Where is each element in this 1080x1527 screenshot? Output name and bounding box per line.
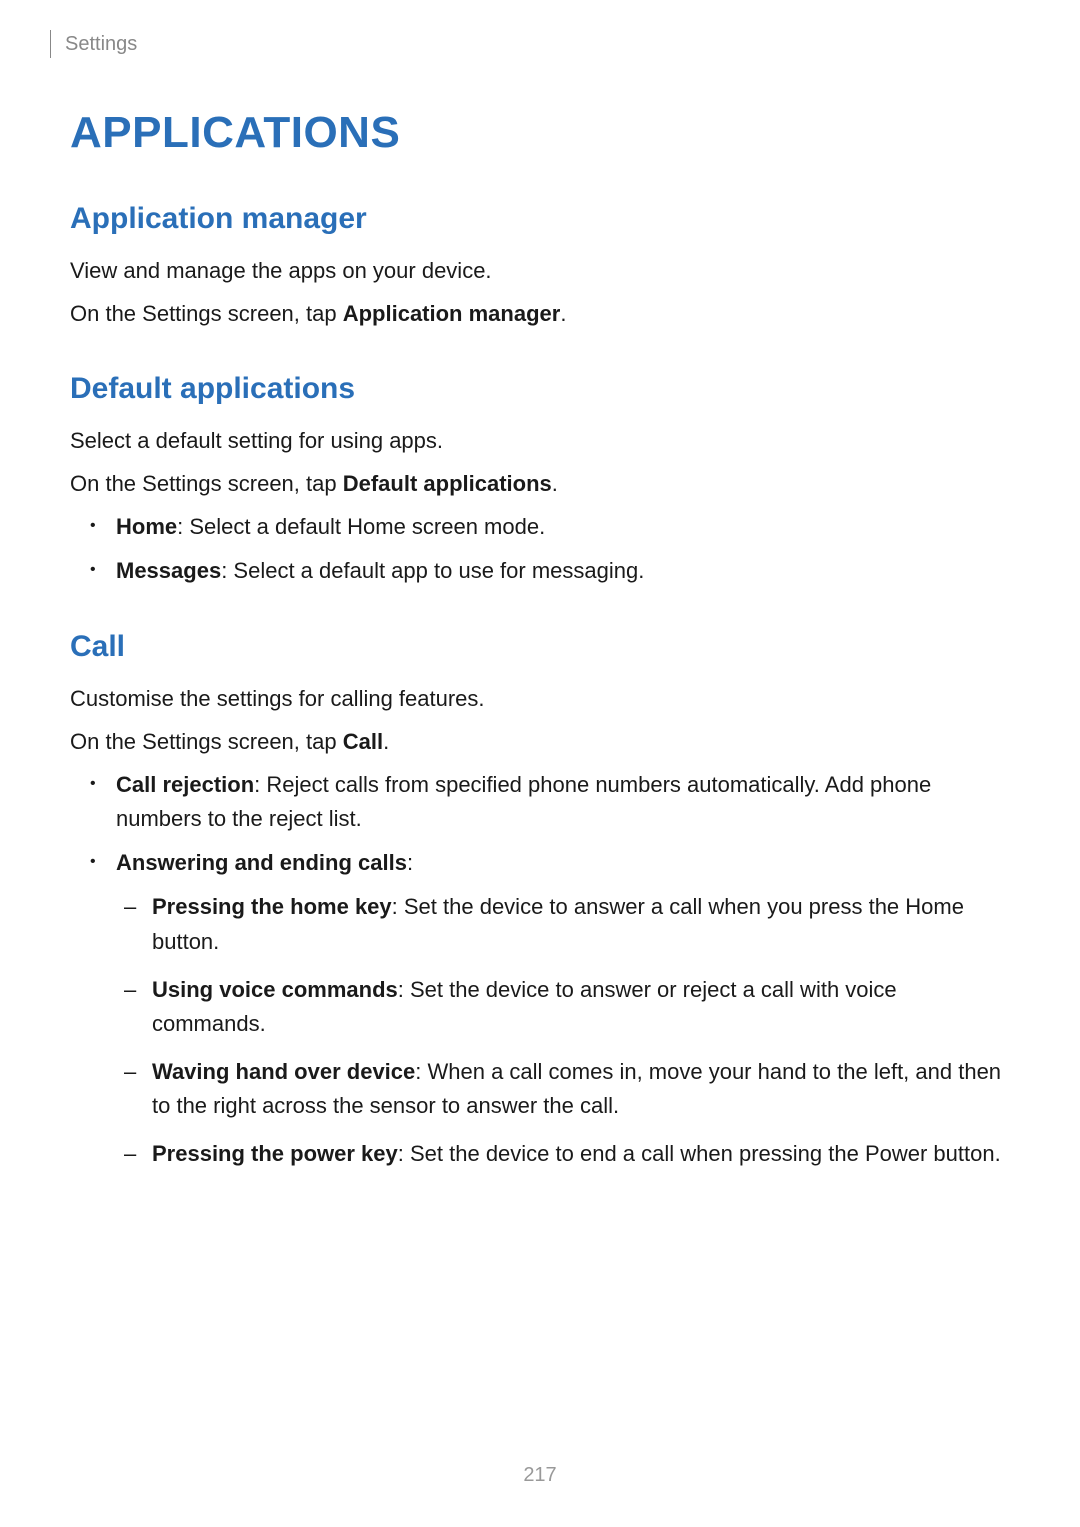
header-divider [50, 30, 51, 58]
list-item-bold: Messages [116, 558, 221, 583]
list-item: Pressing the home key: Set the device to… [146, 890, 1010, 958]
list-item-bold: Call rejection [116, 772, 254, 797]
page-number: 217 [0, 1464, 1080, 1487]
list-item: Waving hand over device: When a call com… [146, 1055, 1010, 1123]
default-apps-p2-suffix: . [552, 471, 558, 496]
breadcrumb: Settings [70, 30, 1010, 58]
page-title: APPLICATIONS [70, 108, 1010, 158]
list-item: Home: Select a default Home screen mode. [110, 510, 1010, 544]
section-heading-default-apps: Default applications [70, 372, 1010, 406]
list-item-bold: Pressing the home key [152, 894, 392, 919]
app-manager-p2-prefix: On the Settings screen, tap [70, 301, 343, 326]
default-apps-p2: On the Settings screen, tap Default appl… [70, 467, 1010, 500]
list-item: Pressing the power key: Set the device t… [146, 1137, 1010, 1171]
call-p2-bold: Call [343, 729, 383, 754]
list-item-bold: Pressing the power key [152, 1141, 398, 1166]
app-manager-p2-bold: Application manager [343, 301, 561, 326]
default-apps-p2-prefix: On the Settings screen, tap [70, 471, 343, 496]
default-apps-list: Home: Select a default Home screen mode.… [70, 510, 1010, 588]
call-p2-prefix: On the Settings screen, tap [70, 729, 343, 754]
section-heading-app-manager: Application manager [70, 202, 1010, 236]
answering-sublist: Pressing the home key : Set the device to… [116, 890, 1010, 1171]
section-application-manager: Application manager View and manage the … [70, 202, 1010, 330]
list-item-bold: Home [116, 514, 177, 539]
section-call: Call Customise the settings for calling … [70, 630, 1010, 1171]
breadcrumb-text: Settings [65, 33, 137, 56]
call-p1: Customise the settings for calling featu… [70, 682, 1010, 715]
section-heading-call: Call [70, 630, 1010, 664]
list-item-bold: Using voice commands [152, 977, 398, 1002]
default-apps-p2-bold: Default applications [343, 471, 552, 496]
list-item: Using voice commands: Set the device to … [146, 973, 1010, 1041]
list-item-text: : Set the device to end a call when pres… [398, 1141, 1001, 1166]
list-item-text: : [407, 850, 413, 875]
call-p2: On the Settings screen, tap Call. [70, 725, 1010, 758]
list-item-text: : Select a default Home screen mode. [177, 514, 545, 539]
list-item: Answering and ending calls: Pressing the… [110, 846, 1010, 1171]
list-item: Messages: Select a default app to use fo… [110, 554, 1010, 588]
list-item: Call rejection: Reject calls from specif… [110, 768, 1010, 836]
page-container: Settings APPLICATIONS Application manage… [0, 0, 1080, 1527]
app-manager-p2-suffix: . [560, 301, 566, 326]
call-p2-suffix: . [383, 729, 389, 754]
default-apps-p1: Select a default setting for using apps. [70, 424, 1010, 457]
app-manager-p2: On the Settings screen, tap Application … [70, 297, 1010, 330]
section-default-applications: Default applications Select a default se… [70, 372, 1010, 588]
list-item-bold: Answering and ending calls [116, 850, 407, 875]
list-item-bold: Waving hand over device [152, 1059, 415, 1084]
list-item-text: : Select a default app to use for messag… [221, 558, 644, 583]
app-manager-p1: View and manage the apps on your device. [70, 254, 1010, 287]
call-list: Call rejection: Reject calls from specif… [70, 768, 1010, 1171]
